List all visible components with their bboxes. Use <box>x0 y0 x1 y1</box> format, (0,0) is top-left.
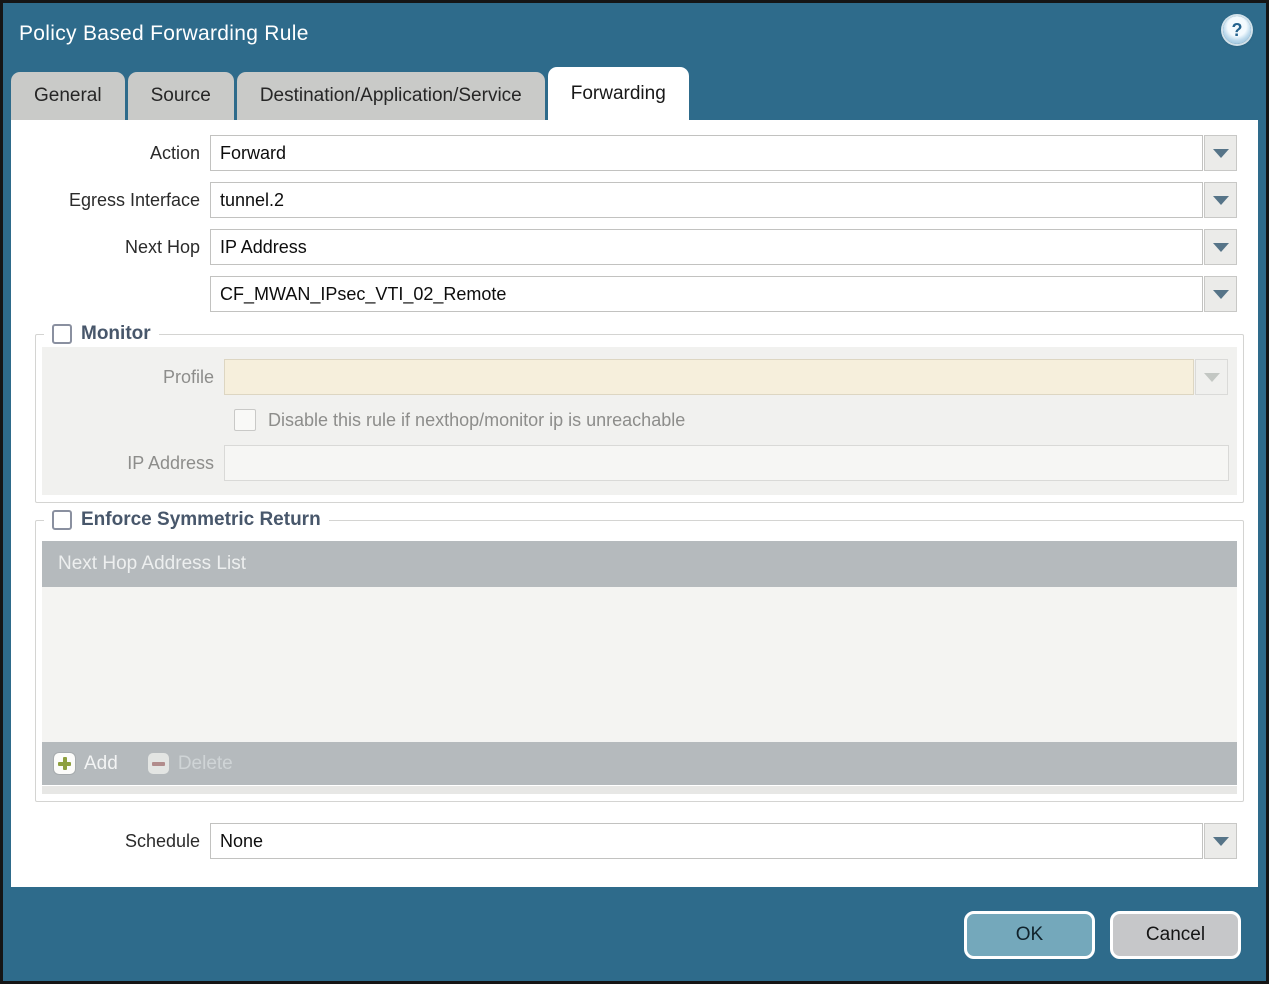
dialog-footer: OK Cancel <box>964 911 1241 959</box>
plus-icon <box>54 753 75 774</box>
disable-rule-row: Disable this rule if nexthop/monitor ip … <box>234 409 1237 431</box>
schedule-label: Schedule <box>124 830 200 851</box>
cancel-button[interactable]: Cancel <box>1110 911 1241 959</box>
egress-interface-label: Egress Interface <box>68 189 200 210</box>
next-hop-address-combo[interactable]: CF_MWAN_IPsec_VTI_02_Remote <box>210 276 1203 312</box>
chevron-down-icon <box>1212 148 1229 158</box>
chevron-down-icon <box>1212 195 1229 205</box>
disable-rule-label: Disable this rule if nexthop/monitor ip … <box>268 409 686 430</box>
tab-destination-application-service[interactable]: Destination/Application/Service <box>236 72 545 120</box>
ok-button[interactable]: OK <box>964 911 1095 959</box>
monitor-panel: Profile Disable this rule if nexthop/mon… <box>42 347 1237 495</box>
action-select[interactable]: Forward <box>210 135 1203 171</box>
monitor-title: Monitor <box>81 323 151 344</box>
enforce-symmetric-return-checkbox[interactable] <box>52 510 72 530</box>
profile-dropdown-button <box>1195 359 1228 395</box>
delete-button: Delete <box>147 752 233 775</box>
next-hop-dropdown-button[interactable] <box>1204 229 1237 265</box>
help-icon[interactable]: ? <box>1223 16 1251 44</box>
next-hop-address-list-header: Next Hop Address List <box>42 541 1237 587</box>
page-title: Policy Based Forwarding Rule <box>19 22 309 45</box>
add-button-label: Add <box>84 752 118 774</box>
monitor-legend: Monitor <box>44 323 159 345</box>
next-hop-address-dropdown-button[interactable] <box>1204 276 1237 312</box>
action-row: Action Forward <box>11 135 1258 171</box>
profile-row: Profile <box>42 359 1237 395</box>
next-hop-address-row: CF_MWAN_IPsec_VTI_02_Remote <box>11 276 1258 312</box>
schedule-dropdown-button[interactable] <box>1204 823 1237 859</box>
disable-rule-checkbox <box>234 409 256 431</box>
tab-source[interactable]: Source <box>127 72 234 120</box>
egress-interface-row: Egress Interface tunnel.2 <box>11 182 1258 218</box>
chevron-down-icon <box>1203 372 1220 382</box>
monitor-ip-address-row: IP Address <box>42 445 1237 481</box>
forwarding-tab-panel: Action Forward Egress Interface tunnel.2… <box>11 120 1258 887</box>
egress-interface-select[interactable]: tunnel.2 <box>210 182 1203 218</box>
monitor-section: Monitor Profile Disable this rule if nex… <box>35 323 1244 503</box>
chevron-down-icon <box>1212 242 1229 252</box>
monitor-ip-address-label: IP Address <box>127 452 214 473</box>
schedule-row: Schedule None <box>11 823 1258 859</box>
egress-interface-dropdown-button[interactable] <box>1204 182 1237 218</box>
next-hop-select[interactable]: IP Address <box>210 229 1203 265</box>
chevron-down-icon <box>1212 836 1229 846</box>
horizontal-scrollbar-track <box>42 786 1237 794</box>
next-hop-address-list-footer: Add Delete <box>42 742 1237 785</box>
pbf-rule-dialog: Policy Based Forwarding Rule ? General S… <box>0 0 1269 984</box>
next-hop-row: Next Hop IP Address <box>11 229 1258 265</box>
tab-general[interactable]: General <box>11 72 125 120</box>
enforce-symmetric-return-legend: Enforce Symmetric Return <box>44 509 329 531</box>
tab-forwarding[interactable]: Forwarding <box>547 67 689 120</box>
delete-button-label: Delete <box>177 752 233 774</box>
monitor-checkbox[interactable] <box>52 324 72 344</box>
action-label: Action <box>149 142 200 163</box>
monitor-ip-address-input <box>224 445 1229 481</box>
help-glyph: ? <box>1231 19 1243 40</box>
minus-icon <box>147 753 169 774</box>
next-hop-address-list-body <box>42 587 1237 742</box>
schedule-select[interactable]: None <box>210 823 1203 859</box>
next-hop-label: Next Hop <box>124 236 200 257</box>
enforce-symmetric-return-section: Enforce Symmetric Return Next Hop Addres… <box>35 509 1244 802</box>
add-button[interactable]: Add <box>54 753 118 775</box>
dialog-titlebar: Policy Based Forwarding Rule <box>3 3 1266 65</box>
profile-select <box>224 359 1194 395</box>
tab-bar: General Source Destination/Application/S… <box>3 65 1266 120</box>
action-dropdown-button[interactable] <box>1204 135 1237 171</box>
next-hop-address-list-table: Next Hop Address List Add Delete <box>42 541 1237 794</box>
chevron-down-icon <box>1212 289 1229 299</box>
enforce-symmetric-return-title: Enforce Symmetric Return <box>81 509 321 530</box>
profile-label: Profile <box>162 366 214 387</box>
